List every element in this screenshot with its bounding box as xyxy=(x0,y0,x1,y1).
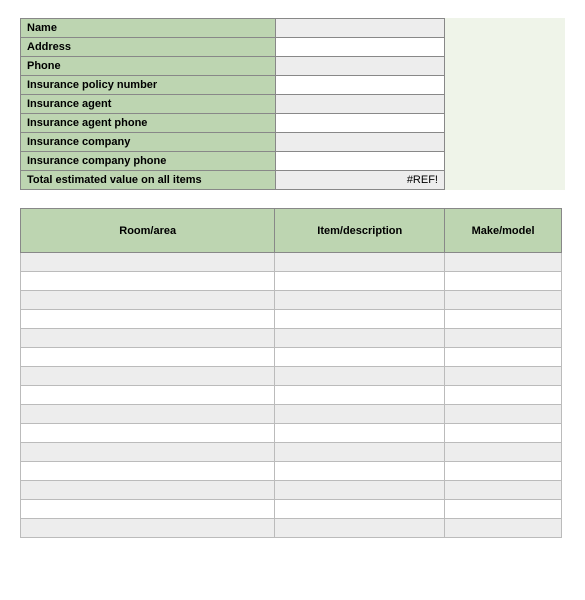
items-cell[interactable] xyxy=(445,291,562,310)
info-label: Insurance company phone xyxy=(21,152,276,171)
items-row xyxy=(21,291,562,310)
items-row xyxy=(21,443,562,462)
side-block xyxy=(445,18,565,190)
items-cell[interactable] xyxy=(21,272,275,291)
items-row xyxy=(21,272,562,291)
items-row xyxy=(21,367,562,386)
items-row xyxy=(21,500,562,519)
items-cell[interactable] xyxy=(445,500,562,519)
items-row xyxy=(21,329,562,348)
items-cell[interactable] xyxy=(275,519,445,538)
items-cell[interactable] xyxy=(445,405,562,424)
info-label: Insurance company xyxy=(21,133,276,152)
items-cell[interactable] xyxy=(275,272,445,291)
items-row xyxy=(21,310,562,329)
info-total-row: Total estimated value on all items#REF! xyxy=(21,171,445,190)
items-cell[interactable] xyxy=(275,291,445,310)
items-cell[interactable] xyxy=(445,367,562,386)
header-make: Make/model xyxy=(445,209,562,253)
info-row: Insurance agent phone xyxy=(21,114,445,133)
items-cell[interactable] xyxy=(445,329,562,348)
items-cell[interactable] xyxy=(275,310,445,329)
info-label: Insurance agent phone xyxy=(21,114,276,133)
info-row: Insurance company phone xyxy=(21,152,445,171)
info-row: Address xyxy=(21,38,445,57)
info-value[interactable] xyxy=(276,19,445,38)
info-value[interactable] xyxy=(276,57,445,76)
items-row xyxy=(21,253,562,272)
info-row: Insurance company xyxy=(21,133,445,152)
items-row xyxy=(21,405,562,424)
items-cell[interactable] xyxy=(275,443,445,462)
items-cell[interactable] xyxy=(445,519,562,538)
top-section: NameAddressPhoneInsurance policy numberI… xyxy=(20,18,565,190)
items-cell[interactable] xyxy=(445,481,562,500)
items-cell[interactable] xyxy=(21,481,275,500)
items-cell[interactable] xyxy=(275,462,445,481)
total-label: Total estimated value on all items xyxy=(21,171,276,190)
items-cell[interactable] xyxy=(445,253,562,272)
items-cell[interactable] xyxy=(21,424,275,443)
items-cell[interactable] xyxy=(445,310,562,329)
info-row: Phone xyxy=(21,57,445,76)
items-cell[interactable] xyxy=(445,443,562,462)
items-cell[interactable] xyxy=(275,386,445,405)
info-value[interactable] xyxy=(276,152,445,171)
items-cell[interactable] xyxy=(445,462,562,481)
items-cell[interactable] xyxy=(275,329,445,348)
items-cell[interactable] xyxy=(21,462,275,481)
header-item: Item/description xyxy=(275,209,445,253)
document-page: NameAddressPhoneInsurance policy numberI… xyxy=(0,0,585,556)
items-cell[interactable] xyxy=(445,272,562,291)
info-value[interactable] xyxy=(276,76,445,95)
items-row xyxy=(21,519,562,538)
items-cell[interactable] xyxy=(275,424,445,443)
header-room: Room/area xyxy=(21,209,275,253)
items-cell[interactable] xyxy=(21,310,275,329)
info-value[interactable] xyxy=(276,114,445,133)
items-row xyxy=(21,481,562,500)
items-cell[interactable] xyxy=(275,253,445,272)
info-value[interactable] xyxy=(276,38,445,57)
items-cell[interactable] xyxy=(275,405,445,424)
info-label: Name xyxy=(21,19,276,38)
items-table: Room/area Item/description Make/model xyxy=(20,208,562,538)
info-value[interactable] xyxy=(276,133,445,152)
info-table: NameAddressPhoneInsurance policy numberI… xyxy=(20,18,445,190)
items-row xyxy=(21,462,562,481)
info-label: Address xyxy=(21,38,276,57)
items-cell[interactable] xyxy=(445,424,562,443)
items-row xyxy=(21,386,562,405)
info-value[interactable] xyxy=(276,95,445,114)
info-label: Insurance agent xyxy=(21,95,276,114)
items-row xyxy=(21,424,562,443)
items-cell[interactable] xyxy=(275,500,445,519)
info-row: Name xyxy=(21,19,445,38)
items-cell[interactable] xyxy=(21,386,275,405)
items-cell[interactable] xyxy=(275,367,445,386)
info-label: Phone xyxy=(21,57,276,76)
items-cell[interactable] xyxy=(275,348,445,367)
items-header-row: Room/area Item/description Make/model xyxy=(21,209,562,253)
items-row xyxy=(21,348,562,367)
items-cell[interactable] xyxy=(21,253,275,272)
items-cell[interactable] xyxy=(275,481,445,500)
items-cell[interactable] xyxy=(21,329,275,348)
items-cell[interactable] xyxy=(21,519,275,538)
items-cell[interactable] xyxy=(445,348,562,367)
items-cell[interactable] xyxy=(21,367,275,386)
info-row: Insurance agent xyxy=(21,95,445,114)
items-cell[interactable] xyxy=(445,386,562,405)
total-value: #REF! xyxy=(276,171,445,190)
info-row: Insurance policy number xyxy=(21,76,445,95)
items-cell[interactable] xyxy=(21,500,275,519)
items-cell[interactable] xyxy=(21,443,275,462)
items-cell[interactable] xyxy=(21,291,275,310)
items-cell[interactable] xyxy=(21,348,275,367)
items-cell[interactable] xyxy=(21,405,275,424)
info-label: Insurance policy number xyxy=(21,76,276,95)
